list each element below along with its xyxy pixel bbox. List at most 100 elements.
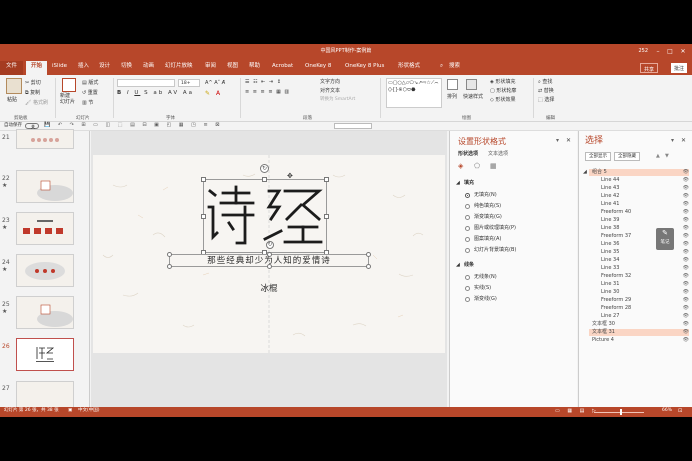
tab-slideshow[interactable]: 幻灯片放映	[165, 63, 193, 70]
visibility-eye-icon[interactable]: 👁	[683, 321, 689, 328]
tab-transitions[interactable]: 切换	[121, 63, 132, 70]
visibility-eye-icon[interactable]: 👁	[683, 249, 689, 256]
list-buttons[interactable]: ☰ ☷ ⇤ ⇥ ↕	[245, 79, 282, 85]
selection-item[interactable]: Freeform 32 👁	[589, 273, 689, 280]
zoom-combo[interactable]	[334, 123, 372, 129]
language-status[interactable]: 中文(中国)	[78, 408, 100, 414]
line-option-radio[interactable]	[465, 286, 470, 291]
close-icon[interactable]: ✕	[679, 48, 687, 56]
fill-option-label[interactable]: 渐变填充(G)	[474, 215, 502, 220]
slide-thumbnail-21[interactable]	[16, 129, 74, 149]
visibility-eye-icon[interactable]: 👁	[683, 169, 689, 176]
search-icon[interactable]: ⌕	[440, 63, 443, 70]
replace-button[interactable]: ⇄ 替换	[538, 87, 554, 94]
visibility-eye-icon[interactable]: 👁	[683, 305, 689, 312]
visibility-eye-icon[interactable]: 👁	[683, 201, 689, 208]
resize-handle[interactable]	[201, 214, 206, 219]
zoom-slider-thumb[interactable]	[620, 409, 622, 415]
visibility-eye-icon[interactable]: 👁	[683, 265, 689, 272]
pane-options-icon[interactable]: ▾	[671, 138, 674, 144]
tab-help[interactable]: 帮助	[249, 63, 260, 70]
selection-item[interactable]: Freeform 37 👁	[589, 233, 689, 240]
selection-item[interactable]: 组合 5 ◢ 👁	[583, 169, 689, 176]
tab-onekey8[interactable]: OneKey 8	[305, 63, 331, 70]
paste-button[interactable]: 粘贴	[7, 96, 17, 103]
fill-option-radio[interactable]	[465, 237, 470, 242]
bring-forward-icon[interactable]: ▲	[656, 154, 660, 159]
visibility-eye-icon[interactable]: 👁	[683, 217, 689, 224]
note-button[interactable]: ✎ 笔记	[656, 228, 674, 250]
slide-thumbnail-23[interactable]	[16, 212, 74, 245]
user-name[interactable]: 252	[638, 49, 648, 54]
tab-review[interactable]: 审阅	[205, 63, 216, 70]
tab-file[interactable]: 文件	[0, 61, 24, 75]
tab-home[interactable]: 开始	[26, 61, 48, 75]
slide-subtitle[interactable]: 那些经典却少为人知的爱情诗	[170, 257, 368, 266]
font-color-icon[interactable]: A	[216, 90, 220, 97]
visibility-eye-icon[interactable]: 👁	[683, 193, 689, 200]
text-direction-button[interactable]: 文字方向	[320, 78, 340, 85]
resize-handle[interactable]	[262, 177, 267, 182]
zoom-level[interactable]: 66%	[662, 408, 672, 414]
selection-item[interactable]: 文本框 30 👁	[589, 321, 689, 328]
new-slide-icon[interactable]	[62, 78, 76, 92]
slide-thumbnail-26[interactable]	[16, 338, 74, 371]
visibility-eye-icon[interactable]: 👁	[683, 337, 689, 344]
font-style-buttons[interactable]: B I U S ab AV Aa	[117, 90, 194, 96]
selection-item[interactable]: Picture 4 👁	[589, 337, 689, 344]
visibility-eye-icon[interactable]: 👁	[683, 297, 689, 304]
resize-handle[interactable]	[324, 177, 329, 182]
fill-option-radio[interactable]	[465, 215, 470, 220]
fill-option-label[interactable]: 无填充(N)	[474, 193, 497, 198]
fit-slide-icon[interactable]: ⊡	[678, 409, 682, 414]
quick-styles-icon[interactable]	[466, 79, 477, 90]
slide-thumbnail-25[interactable]	[16, 296, 74, 329]
selection-item[interactable]: Line 30 👁	[589, 289, 689, 296]
font-name-combo[interactable]	[117, 79, 175, 87]
selection-item[interactable]: Line 36 👁	[589, 241, 689, 248]
fill-option-radio[interactable]	[465, 226, 470, 231]
view-buttons[interactable]: ▭ ▦ ▤ ▷	[555, 409, 599, 414]
resize-handle[interactable]	[201, 177, 206, 182]
tab-shape-options[interactable]: 形状选项	[458, 152, 478, 157]
show-all-button[interactable]: 全部显示	[585, 152, 611, 161]
visibility-eye-icon[interactable]: 👁	[683, 257, 689, 264]
shape-fill-button[interactable]: ◈ 形状填充	[490, 78, 515, 85]
selection-item[interactable]: Line 44 👁	[589, 177, 689, 184]
tab-insert[interactable]: 插入	[78, 63, 89, 70]
maximize-icon[interactable]: □	[666, 48, 674, 56]
line-option-radio[interactable]	[465, 297, 470, 302]
visibility-eye-icon[interactable]: 👁	[683, 313, 689, 320]
expand-caret-icon[interactable]: ◢	[583, 169, 587, 176]
fill-section-header[interactable]: 填充	[464, 181, 474, 186]
line-option-label[interactable]: 实线(S)	[474, 286, 491, 291]
line-option-radio[interactable]	[465, 275, 470, 280]
fill-line-icon[interactable]: ◈	[458, 163, 463, 170]
smartart-button[interactable]: 转换为 SmartArt	[320, 96, 355, 102]
selection-item[interactable]: Line 34 👁	[589, 257, 689, 264]
visibility-eye-icon[interactable]: 👁	[683, 185, 689, 192]
visibility-eye-icon[interactable]: 👁	[683, 225, 689, 232]
line-option-label[interactable]: 无线条(N)	[474, 275, 497, 280]
search-label[interactable]: 搜索	[449, 63, 460, 70]
tab-view[interactable]: 视图	[227, 63, 238, 70]
visibility-eye-icon[interactable]: 👁	[683, 209, 689, 216]
reset-button[interactable]: ↺ 重置	[82, 89, 98, 96]
line-option-label[interactable]: 渐变线(G)	[474, 297, 497, 302]
align-buttons[interactable]: ≡ ≡ ≡ ≡ ▦ ▥	[245, 89, 290, 95]
selection-item[interactable]: 文本框 31 👁	[589, 329, 689, 336]
align-text-button[interactable]: 对齐文本	[320, 87, 340, 94]
expand-caret-icon[interactable]: ◢	[456, 181, 460, 186]
format-painter-button[interactable]: 🖌 格式刷	[25, 99, 48, 106]
tab-islide[interactable]: iSlide	[52, 63, 67, 70]
slide-author[interactable]: 冰棍	[93, 285, 445, 294]
selection-item[interactable]: Line 31 👁	[589, 281, 689, 288]
paste-icon[interactable]	[6, 78, 22, 94]
close-icon[interactable]: ✕	[681, 138, 686, 144]
tab-onekey8plus[interactable]: OneKey 8 Plus	[345, 63, 384, 70]
copy-button[interactable]: ⧉ 复制	[25, 89, 40, 96]
selection-item[interactable]: Line 38 👁	[589, 225, 689, 232]
new-slide-button[interactable]: 新建 幻灯片	[60, 93, 75, 105]
comment-button[interactable]: 批注	[670, 63, 687, 73]
selection-item[interactable]: Line 41 👁	[589, 201, 689, 208]
